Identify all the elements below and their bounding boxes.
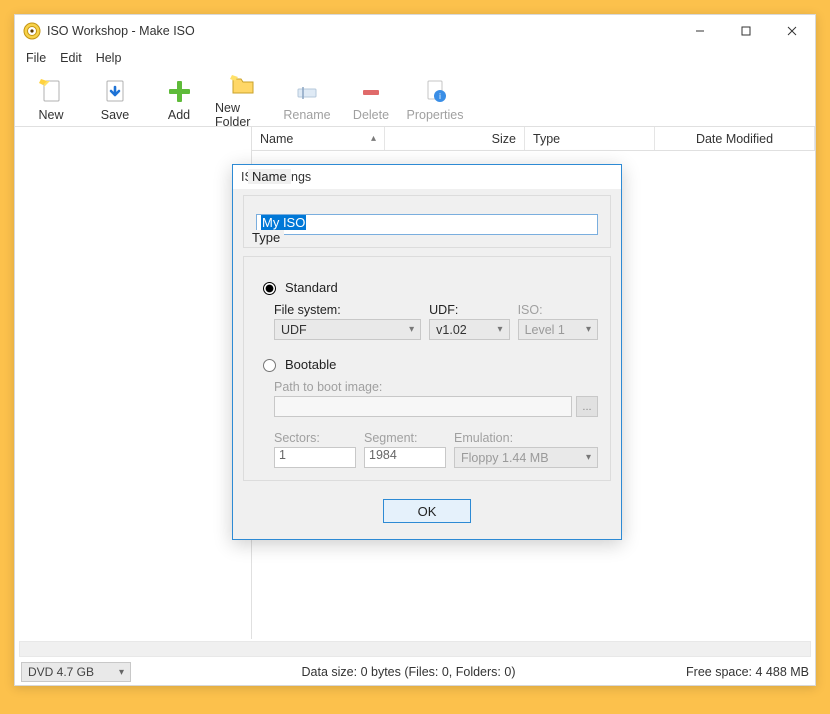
app-icon — [23, 22, 41, 40]
radio-bootable[interactable]: Bootable — [258, 356, 598, 372]
minimize-button[interactable] — [677, 15, 723, 47]
menu-file[interactable]: File — [19, 49, 53, 67]
browse-button: ... — [576, 396, 598, 417]
titlebar: ISO Workshop - Make ISO — [15, 15, 815, 47]
new-label: New — [38, 108, 63, 122]
rename-button[interactable]: Rename — [279, 76, 335, 122]
properties-button[interactable]: i Properties — [407, 76, 463, 122]
group-name: Name My ISO — [243, 195, 611, 248]
maximize-button[interactable] — [723, 15, 769, 47]
add-label: Add — [168, 108, 190, 122]
bootpath-input — [274, 396, 572, 417]
chevron-down-icon: ▾ — [586, 324, 591, 335]
folder-icon — [228, 69, 258, 99]
iso-settings-dialog: ISO Settings Name My ISO Type Standard F… — [232, 164, 622, 540]
add-button[interactable]: Add — [151, 76, 207, 122]
udf-select[interactable]: v1.02▾ — [429, 319, 509, 340]
radio-standard[interactable]: Standard — [258, 279, 598, 295]
window-title: ISO Workshop - Make ISO — [47, 24, 677, 38]
toolbar: New Save Add New Folder Rename Delete i … — [15, 69, 815, 127]
delete-button[interactable]: Delete — [343, 76, 399, 122]
segment-input: 1984 — [364, 447, 446, 468]
sort-indicator-icon: ▴ — [371, 133, 376, 144]
delete-icon — [356, 76, 386, 106]
save-button[interactable]: Save — [87, 76, 143, 122]
menu-help[interactable]: Help — [89, 49, 129, 67]
filesystem-select[interactable]: UDF▾ — [274, 319, 421, 340]
group-type-label: Type — [248, 230, 284, 245]
radio-standard-input[interactable] — [263, 282, 276, 295]
dialog-title: ISO Settings — [233, 165, 621, 189]
iso-select: Level 1▾ — [518, 319, 598, 340]
group-type: Type Standard File system: UDF▾ UDF: v1.… — [243, 256, 611, 481]
menubar: File Edit Help — [15, 47, 815, 69]
status-datasize: Data size: 0 bytes (Files: 0, Folders: 0… — [131, 665, 686, 679]
add-icon — [164, 76, 194, 106]
status-freespace: Free space: 4 488 MB — [686, 665, 809, 679]
new-button[interactable]: New — [23, 76, 79, 122]
app-window: ISO Workshop - Make ISO File Edit Help N… — [14, 14, 816, 686]
chevron-down-icon: ▾ — [586, 452, 591, 463]
delete-label: Delete — [353, 108, 389, 122]
close-button[interactable] — [769, 15, 815, 47]
sectors-input: 1 — [274, 447, 356, 468]
properties-icon: i — [420, 76, 450, 106]
status-bar: DVD 4.7 GB▾ Data size: 0 bytes (Files: 0… — [15, 659, 815, 685]
column-headers: Name▴ Size Type Date Modified — [252, 127, 815, 151]
new-icon — [36, 76, 66, 106]
emulation-select: Floppy 1.44 MB▾ — [454, 447, 598, 468]
bootpath-label: Path to boot image: — [274, 380, 598, 394]
new-folder-button[interactable]: New Folder — [215, 69, 271, 129]
rename-icon — [292, 76, 322, 106]
col-type[interactable]: Type — [525, 127, 655, 150]
save-label: Save — [101, 108, 130, 122]
chevron-down-icon: ▾ — [119, 667, 124, 678]
rename-label: Rename — [283, 108, 330, 122]
media-select[interactable]: DVD 4.7 GB▾ — [21, 662, 131, 682]
segment-label: Segment: — [364, 431, 446, 445]
properties-label: Properties — [407, 108, 464, 122]
tree-pane[interactable] — [15, 127, 252, 639]
udf-label: UDF: — [429, 303, 509, 317]
sectors-label: Sectors: — [274, 431, 356, 445]
iso-name-input[interactable]: My ISO — [256, 214, 598, 235]
filesystem-label: File system: — [274, 303, 421, 317]
svg-text:i: i — [439, 92, 441, 101]
iso-label: ISO: — [518, 303, 598, 317]
col-name[interactable]: Name▴ — [252, 127, 385, 150]
col-size[interactable]: Size — [385, 127, 525, 150]
col-date[interactable]: Date Modified — [655, 127, 815, 150]
save-icon — [100, 76, 130, 106]
menu-edit[interactable]: Edit — [53, 49, 89, 67]
emulation-label: Emulation: — [454, 431, 598, 445]
chevron-down-icon: ▾ — [409, 324, 414, 335]
chevron-down-icon: ▾ — [498, 324, 503, 335]
horizontal-scrollbar[interactable] — [19, 641, 811, 657]
radio-bootable-input[interactable] — [263, 359, 276, 372]
group-name-label: Name — [248, 169, 291, 184]
new-folder-label: New Folder — [215, 101, 271, 129]
ok-button[interactable]: OK — [383, 499, 471, 523]
